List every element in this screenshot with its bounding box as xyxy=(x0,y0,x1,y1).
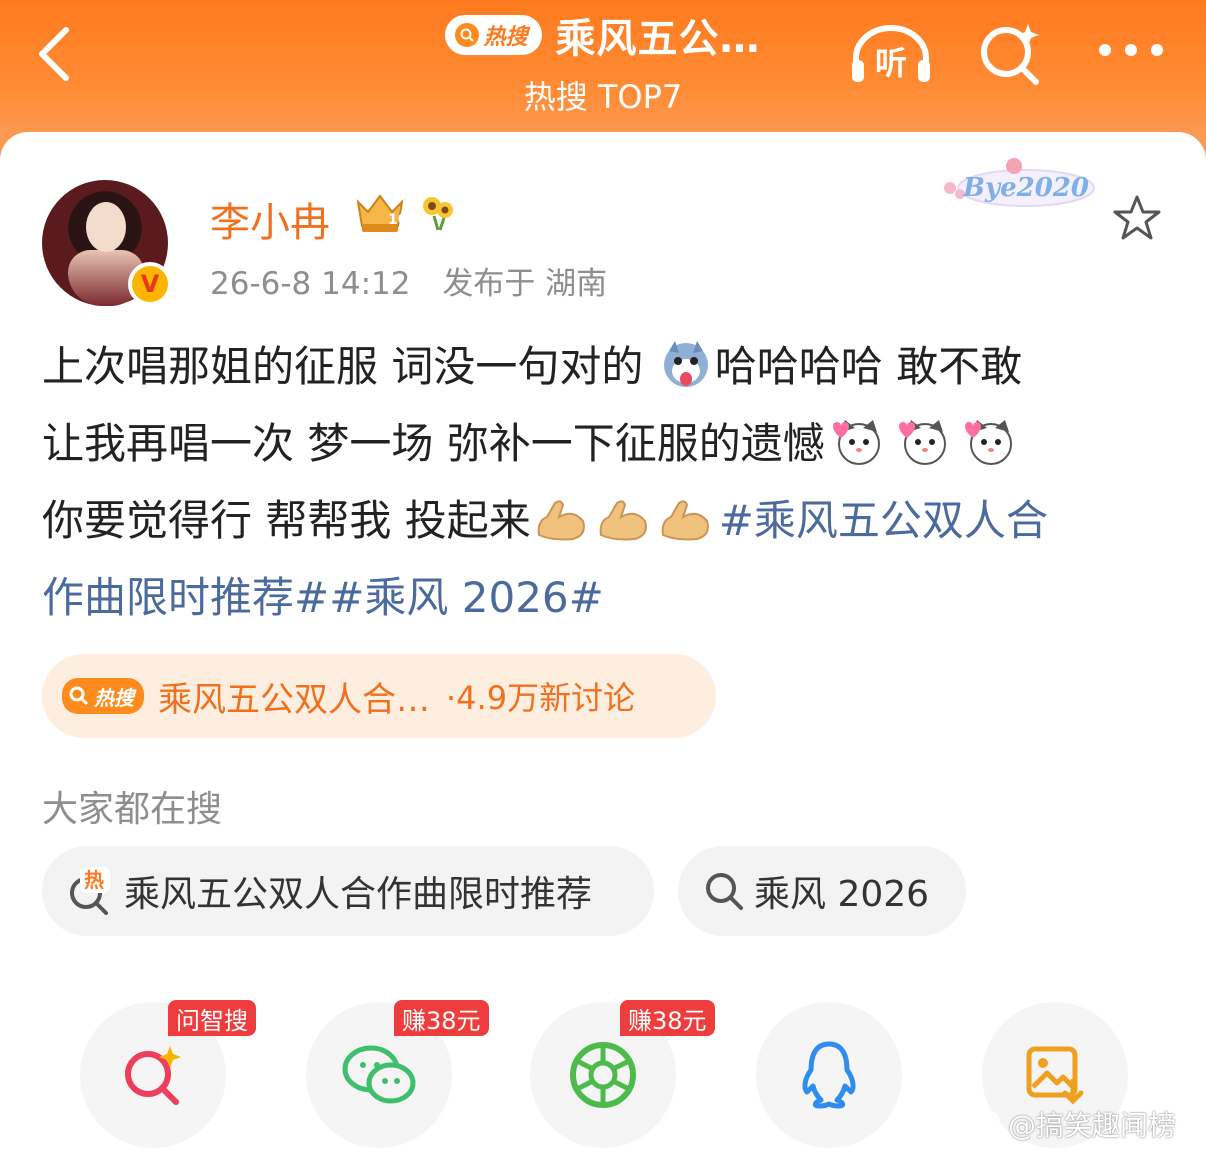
post-text-segment: 上次唱那姐的征服 词没一句对的 xyxy=(42,342,644,391)
share-tag: 赚38元 xyxy=(620,1000,715,1036)
search-suggestion-chip[interactable]: 乘风 2026 xyxy=(678,846,966,936)
qq-penguin-icon xyxy=(802,1041,856,1109)
more-button[interactable] xyxy=(1096,38,1166,66)
husky-emoji-icon xyxy=(659,339,713,409)
hot-badge-label: 热搜 xyxy=(483,25,528,50)
hot-topic-bar[interactable]: 热搜 乘风五公双人合… ·4.9万新讨论 xyxy=(42,654,716,738)
watermark-text: @搞笑趣闻榜 xyxy=(1008,1109,1177,1142)
watermark: @搞笑趣闻榜 xyxy=(960,1104,1176,1144)
muscle-emoji-icon xyxy=(533,494,717,563)
headphone-icon: 听 xyxy=(852,25,930,82)
post-text-segment: 哈哈哈哈 敢不敢 xyxy=(714,342,1023,391)
post-text-segment: 你要觉得行 帮帮我 投起来 xyxy=(42,496,531,545)
topic-link[interactable]: #乘风 2026# xyxy=(329,573,604,622)
star-icon xyxy=(1113,195,1161,240)
chip-label: 乘风五公双人合作曲限时推荐 xyxy=(124,874,593,915)
post-content: 上次唱那姐的征服 词没一句对的 哈哈哈哈 敢不敢 让我再唱一次 梦一场 弥补一下… xyxy=(42,332,1172,632)
search-suggestion-chip[interactable]: 热 乘风五公双人合作曲限时推荐 xyxy=(42,846,654,936)
cat-heart-emoji-icon xyxy=(827,416,1025,486)
favorite-button[interactable] xyxy=(1112,194,1162,246)
search-icon xyxy=(69,686,89,706)
svg-text:热: 热 xyxy=(84,868,104,892)
wechat-icon xyxy=(342,1045,416,1104)
ai-search-icon xyxy=(981,24,1039,85)
more-icon xyxy=(1099,44,1163,56)
svg-text:10: 10 xyxy=(388,212,408,228)
page-title: 乘风五公… xyxy=(555,16,761,62)
post-card: V 李小冉 10 26-6-8 14:12 发布于 湖南 Bye2020 上次唱… xyxy=(0,132,1206,1153)
topic-link[interactable]: #乘风五公双人合 xyxy=(719,496,1048,545)
search-icon xyxy=(455,23,480,47)
post-text-segment: 让我再唱一次 梦一场 弥补一下征服的遗憾 xyxy=(42,419,825,468)
post-time: 26-6-8 14:12 xyxy=(210,266,411,302)
chip-label: 乘风 2026 xyxy=(754,874,930,915)
hot-search-icon: 热 xyxy=(70,867,110,915)
verified-badge: V xyxy=(128,262,172,306)
post-meta: 26-6-8 14:12 发布于 湖南 xyxy=(210,258,629,303)
share-tag: 赚38元 xyxy=(394,1000,489,1036)
svg-text:Bye2020: Bye2020 xyxy=(962,173,1089,203)
hot-search-badge: 热搜 xyxy=(62,678,144,714)
save-image-icon xyxy=(1026,1046,1084,1105)
weibo-logo-icon xyxy=(960,1111,1000,1141)
avatar-face xyxy=(86,202,126,252)
hot-badge-label: 热搜 xyxy=(94,685,134,710)
hot-topic-title: 乘风五公双人合… xyxy=(158,679,430,720)
hot-topic-count: ·4.9万新讨论 xyxy=(446,679,636,717)
moments-aperture-icon xyxy=(570,1042,636,1108)
share-qq-button[interactable] xyxy=(756,1002,902,1148)
bye2020-decor-badge: Bye2020 xyxy=(936,154,1096,218)
svg-text:听: 听 xyxy=(875,44,907,82)
ai-search-icon xyxy=(125,1046,181,1105)
topic-link[interactable]: 作曲限时推荐# xyxy=(42,573,329,622)
post-location: 发布于 湖南 xyxy=(442,266,608,302)
level-crown-icon: 10 xyxy=(352,190,408,238)
top-bar: 热搜 乘风五公… 热搜 TOP7 听 xyxy=(0,0,1206,135)
everyone-searching-label: 大家都在搜 xyxy=(42,789,223,830)
hot-search-badge: 热搜 xyxy=(445,15,542,55)
username[interactable]: 李小冉 xyxy=(210,190,330,248)
sunflower-icon xyxy=(418,192,458,236)
listen-button[interactable]: 听 xyxy=(848,22,934,90)
share-tag: 问智搜 xyxy=(168,1000,256,1036)
search-icon xyxy=(706,873,743,910)
ai-search-button[interactable] xyxy=(978,22,1044,90)
